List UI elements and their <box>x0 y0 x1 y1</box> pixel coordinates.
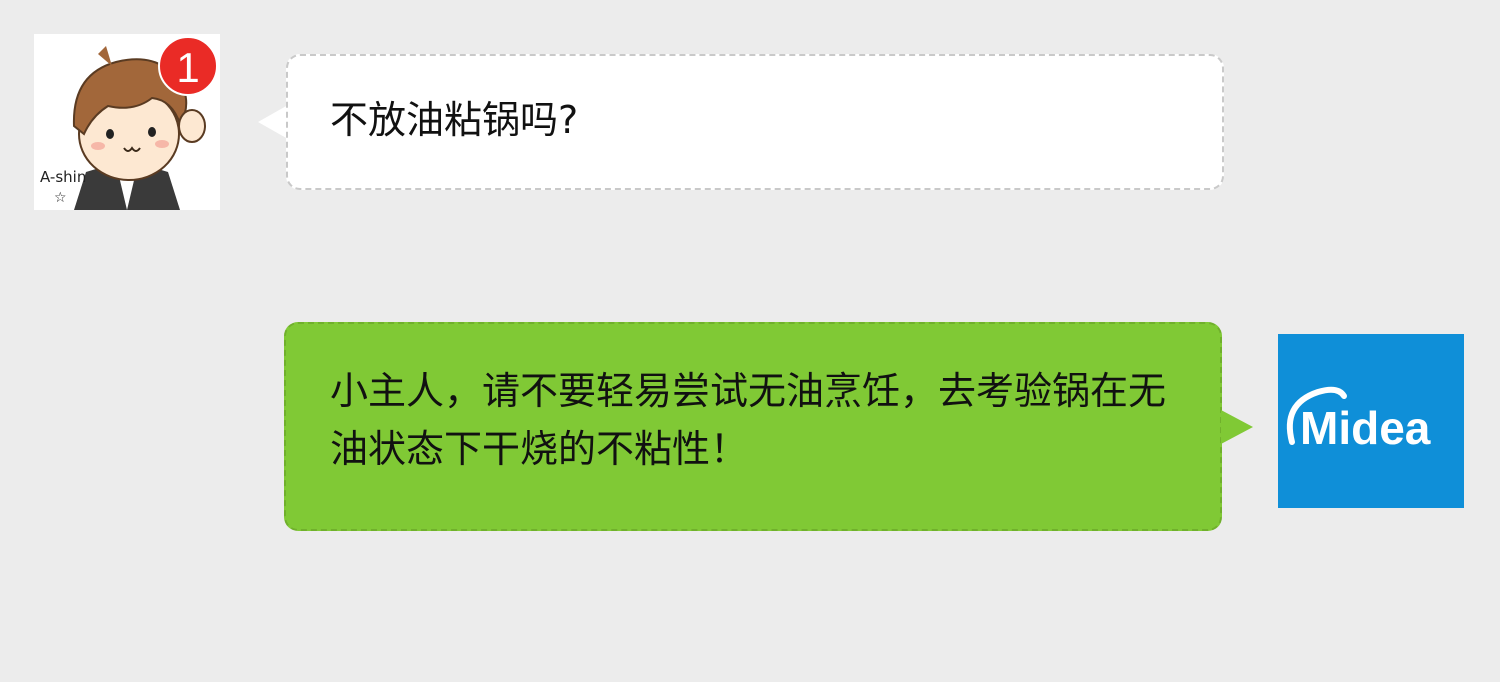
svg-text:☆: ☆ <box>54 190 67 206</box>
unread-badge: 1 <box>158 36 218 96</box>
outgoing-message-bubble[interactable]: 小主人，请不要轻易尝试无油烹饪，去考验锅在无油状态下干烧的不粘性！ <box>284 322 1222 531</box>
incoming-bubble-tail <box>258 105 288 139</box>
outgoing-bubble-tail <box>1221 410 1253 444</box>
midea-logo-text: Midea <box>1300 402 1431 454</box>
incoming-message-bubble[interactable]: 不放油粘锅吗? <box>286 54 1224 190</box>
svg-text:A-shin: A-shin <box>40 168 86 186</box>
midea-logo-icon: Midea <box>1278 334 1464 508</box>
outgoing-message-text: 小主人，请不要轻易尝试无油烹饪，去考验锅在无油状态下干烧的不粘性！ <box>330 369 1167 471</box>
midea-avatar[interactable]: Midea <box>1278 334 1464 508</box>
incoming-message-text: 不放油粘锅吗? <box>330 98 579 142</box>
